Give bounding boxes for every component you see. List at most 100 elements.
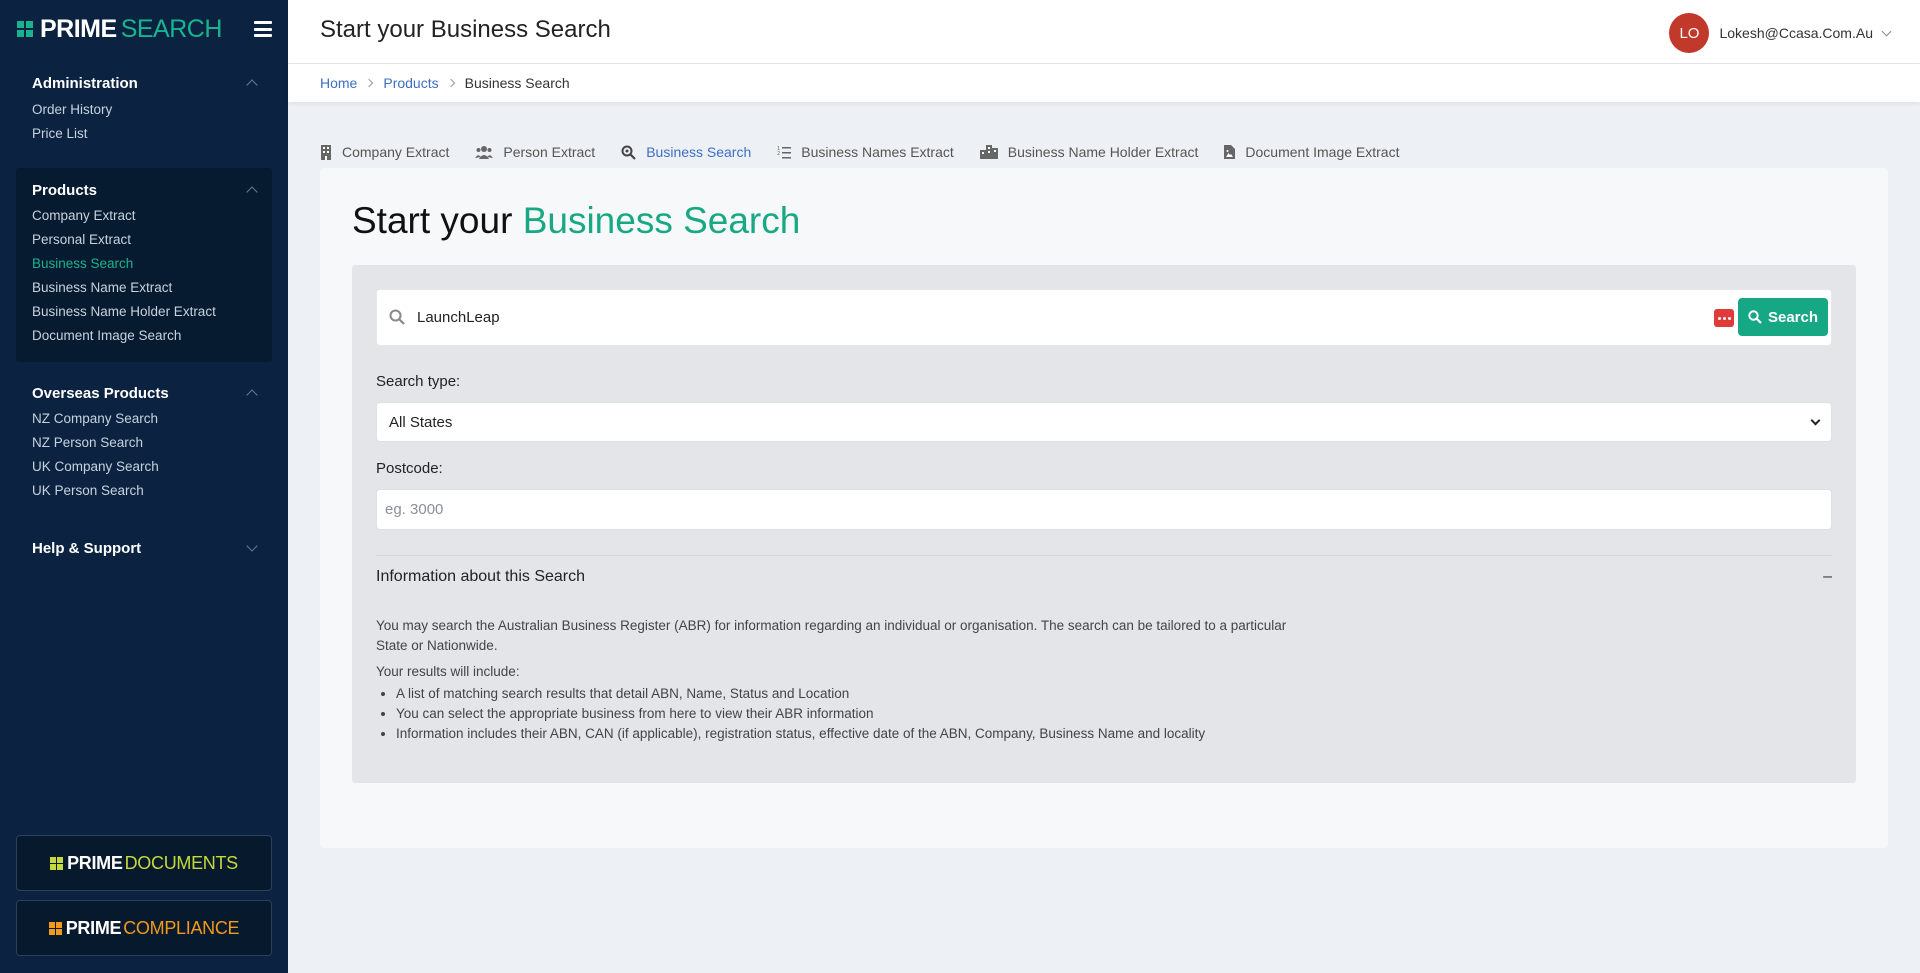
compliance-mark-icon	[48, 921, 62, 935]
breadcrumb-products[interactable]: Products	[383, 75, 438, 91]
tab-business-name-holder-extract[interactable]: Business Name Holder Extract	[979, 144, 1199, 160]
sidebar-item-nz-company-search[interactable]: NZ Company Search	[16, 407, 272, 431]
page-title: Start your Business Search	[320, 16, 611, 43]
top-header: Start your Business Search LO Lokesh@Cca…	[288, 0, 1920, 64]
logo-bold-text: PRIME	[40, 14, 117, 43]
divider	[376, 555, 1832, 556]
tab-business-search[interactable]: Business Search	[621, 144, 751, 160]
tab-person-extract[interactable]: Person Extract	[475, 144, 595, 160]
chevron-up-icon	[246, 79, 258, 91]
tab-label: Business Name Holder Extract	[1007, 144, 1199, 160]
prime-compliance-link[interactable]: PRIME COMPLIANCE	[16, 900, 272, 956]
brand-light-text: COMPLIANCE	[123, 917, 240, 938]
nav-head-label: Administration	[32, 74, 138, 92]
nav-head-overseas[interactable]: Overseas Products	[16, 382, 272, 404]
search-type-value: All States	[389, 413, 453, 431]
nav-head-label: Help & Support	[32, 539, 142, 557]
search-panel: Search Search type: All States Postcode:…	[352, 265, 1856, 783]
sidebar-item-uk-person-search[interactable]: UK Person Search	[16, 479, 272, 503]
chevron-up-icon	[246, 186, 258, 198]
logo-mark-icon	[17, 21, 33, 37]
info-accordion-header[interactable]: Information about this Search –	[376, 568, 1832, 586]
sidebar-item-business-name-holder-extract[interactable]: Business Name Holder Extract	[16, 300, 272, 324]
search-card: Start your Business Search Search Search…	[320, 168, 1888, 848]
product-tabs: Company Extract Person Extract Business …	[320, 136, 1425, 168]
file-image-icon	[1224, 145, 1236, 159]
tab-company-extract[interactable]: Company Extract	[320, 144, 449, 160]
card-title-prefix: Start your	[352, 200, 513, 241]
search-button-label: Search	[1767, 308, 1819, 326]
sidebar-item-business-search[interactable]: Business Search	[16, 252, 272, 276]
logo-light-text: SEARCH	[120, 14, 223, 43]
city-icon	[979, 145, 998, 159]
chevron-down-icon	[246, 540, 258, 552]
chevron-right-icon	[446, 78, 455, 88]
search-type-label: Search type:	[376, 373, 461, 390]
nav-group-products: Products Company Extract Personal Extrac…	[16, 168, 272, 362]
tab-business-names-extract[interactable]: 12 Business Names Extract	[777, 144, 954, 160]
search-bar: Search	[376, 289, 1832, 346]
nav-head-label: Products	[32, 181, 98, 199]
building-icon	[321, 144, 331, 160]
card-title-accent: Business Search	[522, 200, 801, 241]
user-menu[interactable]: LO Lokesh@Ccasa.Com.Au	[1669, 13, 1892, 53]
tab-document-image-extract[interactable]: Document Image Extract	[1224, 144, 1399, 160]
prime-documents-link[interactable]: PRIME DOCUMENTS	[16, 835, 272, 891]
tab-label: Company Extract	[342, 144, 450, 160]
nav-group-overseas: Overseas Products NZ Company Search NZ P…	[16, 382, 272, 503]
sidebar-item-personal-extract[interactable]: Personal Extract	[16, 228, 272, 252]
brand-bold-text: PRIME	[67, 852, 123, 873]
tab-label: Business Names Extract	[801, 144, 954, 160]
brand-logo[interactable]: PRIME SEARCH	[0, 0, 288, 58]
breadcrumb-current: Business Search	[464, 75, 570, 91]
sidebar-item-order-history[interactable]: Order History	[16, 98, 272, 122]
breadcrumb-home[interactable]: Home	[320, 75, 357, 91]
sidebar-item-business-name-extract[interactable]: Business Name Extract	[16, 276, 272, 300]
svg-text:2: 2	[777, 151, 780, 157]
password-manager-icon[interactable]	[1714, 309, 1734, 327]
nav-head-administration[interactable]: Administration	[16, 72, 272, 94]
tab-label: Person Extract	[503, 144, 596, 160]
search-input[interactable]	[417, 290, 1657, 345]
postcode-input[interactable]	[376, 489, 1832, 530]
tab-label: Document Image Extract	[1245, 144, 1400, 160]
chevron-right-icon	[365, 78, 374, 88]
search-icon	[1748, 310, 1762, 324]
sidebar-item-nz-person-search[interactable]: NZ Person Search	[16, 431, 272, 455]
chevron-down-icon	[1881, 26, 1892, 36]
user-email: Lokesh@Ccasa.Com.Au	[1719, 25, 1873, 41]
card-title: Start your Business Search	[352, 200, 800, 242]
search-type-select[interactable]: All States	[376, 402, 1832, 442]
sidebar: PRIME SEARCH Administration Order Histor…	[0, 0, 288, 973]
sidebar-item-price-list[interactable]: Price List	[16, 122, 272, 146]
nav-head-products[interactable]: Products	[16, 179, 272, 201]
brand-bold-text: PRIME	[65, 917, 122, 938]
info-description: You may search the Australian Business R…	[376, 618, 1287, 653]
nav-group-administration: Administration Order History Price List	[16, 72, 272, 146]
nav-group-help: Help & Support	[16, 537, 272, 559]
avatar: LO	[1669, 13, 1710, 53]
hamburger-menu-icon[interactable]	[254, 21, 272, 37]
chevron-down-icon	[1810, 415, 1821, 426]
collapse-icon[interactable]: –	[1823, 568, 1832, 586]
documents-mark-icon	[50, 856, 64, 870]
search-icon	[389, 309, 405, 325]
nav-head-help[interactable]: Help & Support	[16, 537, 272, 559]
search-location-icon	[621, 145, 636, 160]
results-intro: Your results will include:	[376, 664, 520, 679]
sidebar-item-document-image-search[interactable]: Document Image Search	[16, 324, 272, 348]
users-icon	[475, 146, 494, 159]
nav-head-label: Overseas Products	[32, 384, 169, 402]
tab-label: Business Search	[646, 144, 752, 160]
chevron-up-icon	[246, 389, 258, 401]
breadcrumb: Home Products Business Search	[288, 64, 1920, 102]
sidebar-item-uk-company-search[interactable]: UK Company Search	[16, 455, 272, 479]
sidebar-item-company-extract[interactable]: Company Extract	[16, 204, 272, 228]
postcode-label: Postcode:	[376, 460, 443, 477]
list-icon: 12	[777, 146, 792, 159]
results-list: A list of matching search results that d…	[396, 684, 1205, 744]
list-item: Information includes their ABN, CAN (if …	[396, 724, 1205, 744]
list-item: A list of matching search results that d…	[396, 684, 1205, 704]
info-title: Information about this Search	[376, 568, 586, 585]
search-button[interactable]: Search	[1738, 298, 1828, 336]
